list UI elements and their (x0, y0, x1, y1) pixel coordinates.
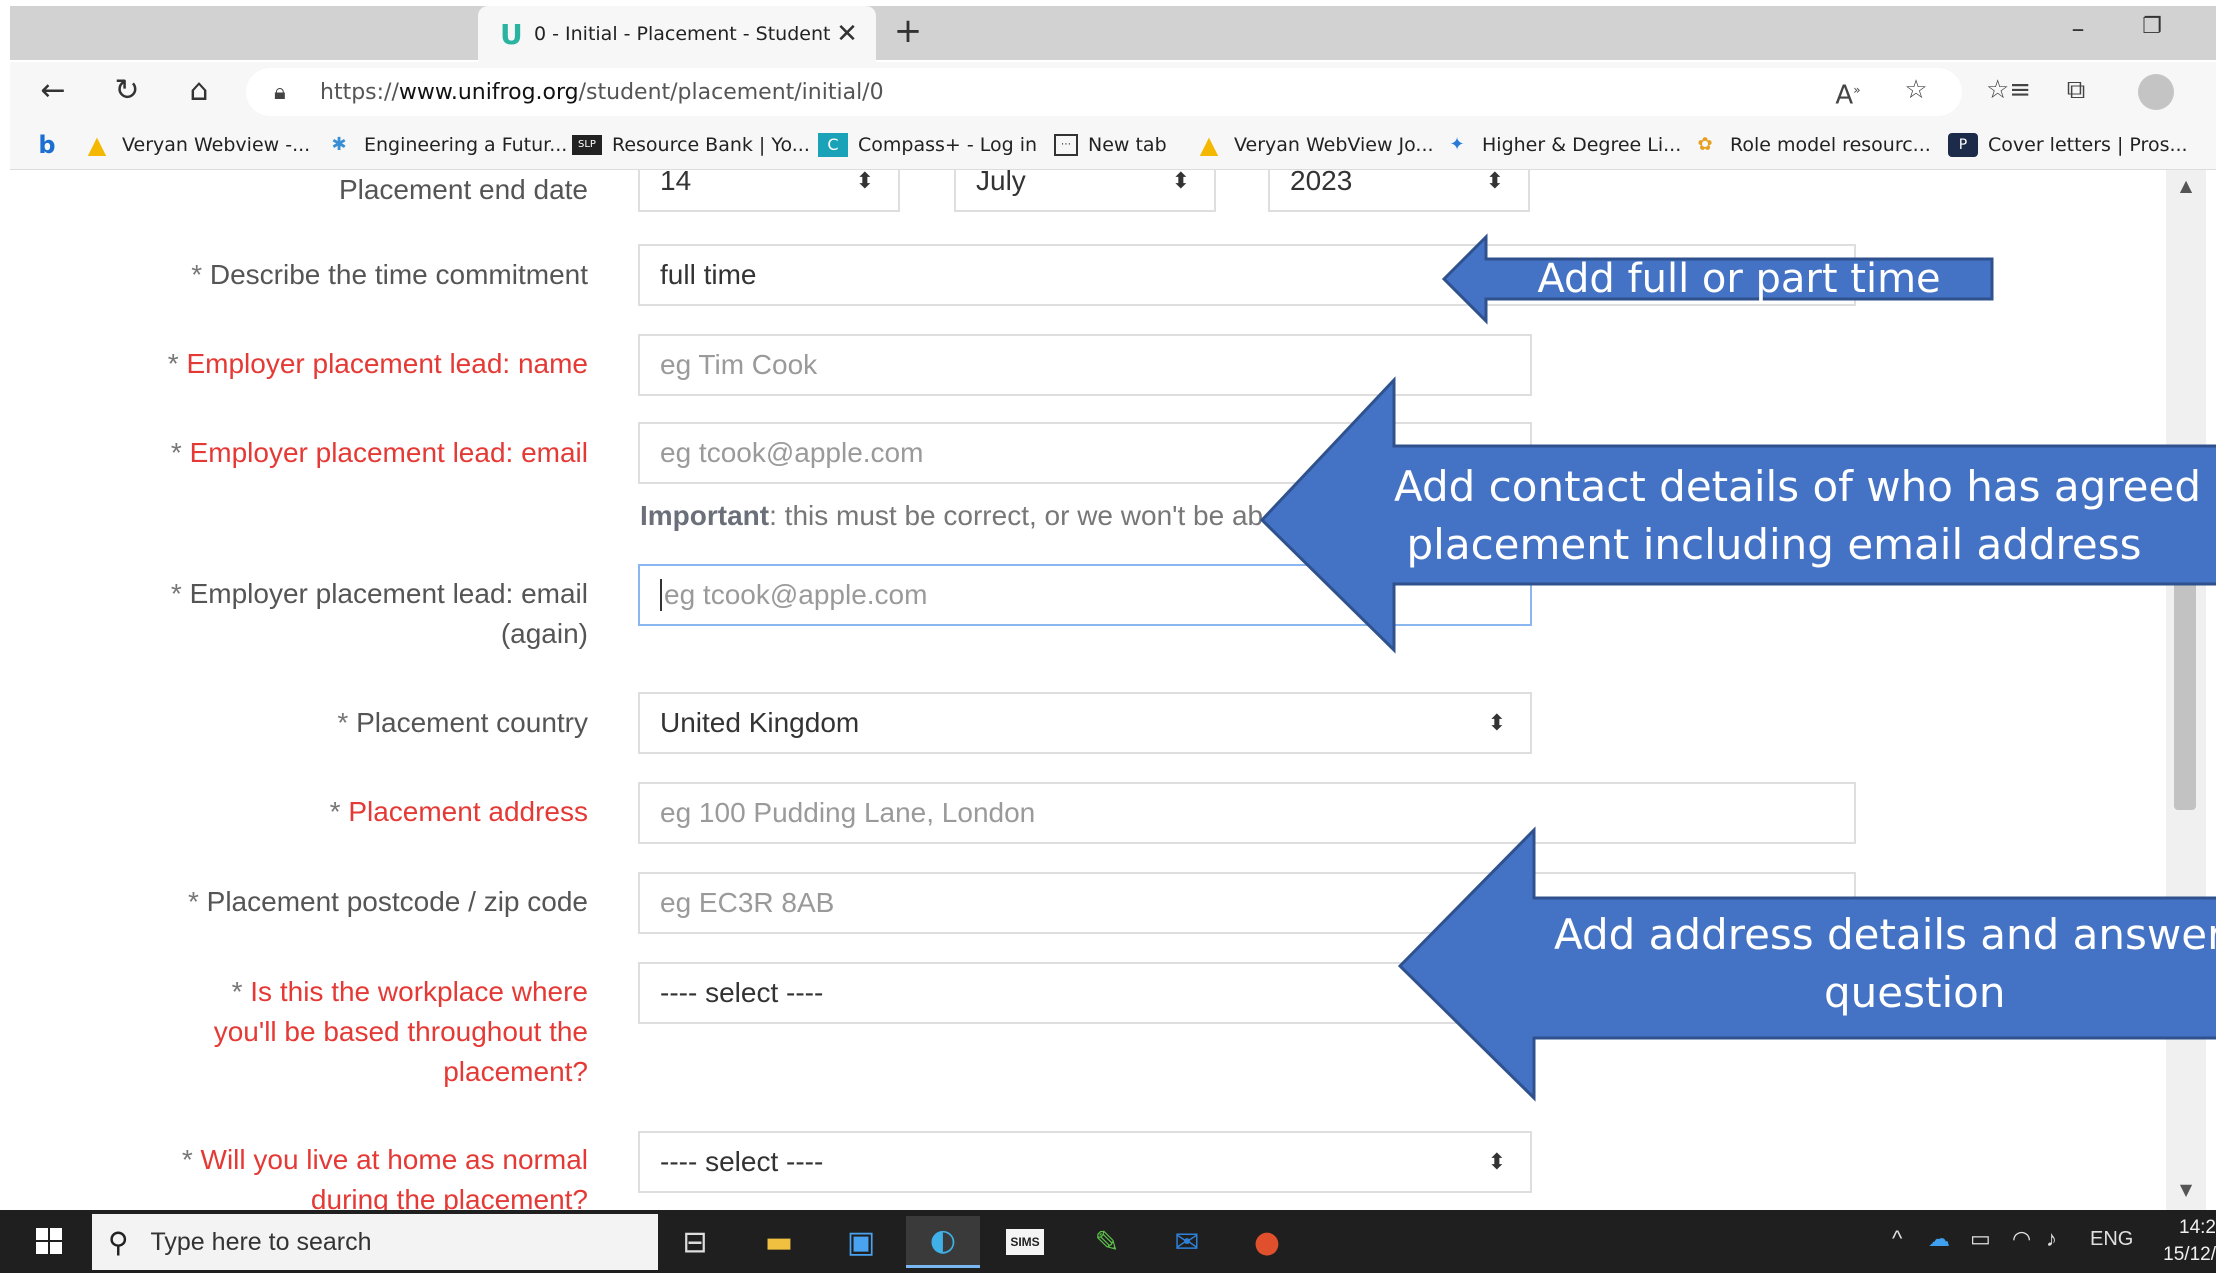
green-app-icon[interactable]: ✎ (1070, 1216, 1144, 1268)
screen: U 0 - Initial - Placement - Student - ✕ … (0, 0, 2216, 1273)
file-explorer-icon[interactable]: ▬ (742, 1216, 816, 1268)
task-view-icon[interactable]: ⊟ (658, 1216, 732, 1268)
callout-text-time: Add full or part time (1537, 256, 1941, 302)
language-indicator[interactable]: ENG (2090, 1228, 2133, 1251)
callout-text-contact: Add contact details of who has agreed pla… (1394, 462, 2201, 569)
volume-icon[interactable]: ♪ (2046, 1226, 2057, 1252)
annotation-arrows (1259, 233, 2216, 1102)
show-hidden-icons-chevron-icon[interactable]: ^ (1892, 1226, 1902, 1252)
windows-taskbar: ⚲ Type here to search ⊟ ▬ ▣ ◐ SIMS ✎ ✉ ●… (0, 1210, 2216, 1273)
clock[interactable]: 14:2 15/12/ (2152, 1214, 2216, 1268)
outlook-icon[interactable]: ✉ (1150, 1216, 1224, 1268)
battery-icon[interactable]: ▭ (1970, 1226, 1991, 1252)
onedrive-cloud-icon[interactable]: ☁ (1928, 1226, 1950, 1252)
search-icon: ⚲ (108, 1226, 129, 1258)
windows-start-icon[interactable] (20, 1220, 80, 1264)
wifi-icon[interactable]: ◠ (2012, 1226, 2031, 1252)
powerpoint-icon[interactable]: ● (1230, 1216, 1304, 1268)
sims-app-icon[interactable]: SIMS (988, 1216, 1062, 1268)
taskbar-search-input[interactable]: ⚲ Type here to search (92, 1214, 658, 1270)
edge-browser-icon[interactable]: ◐ (906, 1216, 980, 1268)
callout-text-address: Add address details and answer ea questio… (1554, 910, 2216, 1017)
microsoft-store-icon[interactable]: ▣ (824, 1216, 898, 1268)
